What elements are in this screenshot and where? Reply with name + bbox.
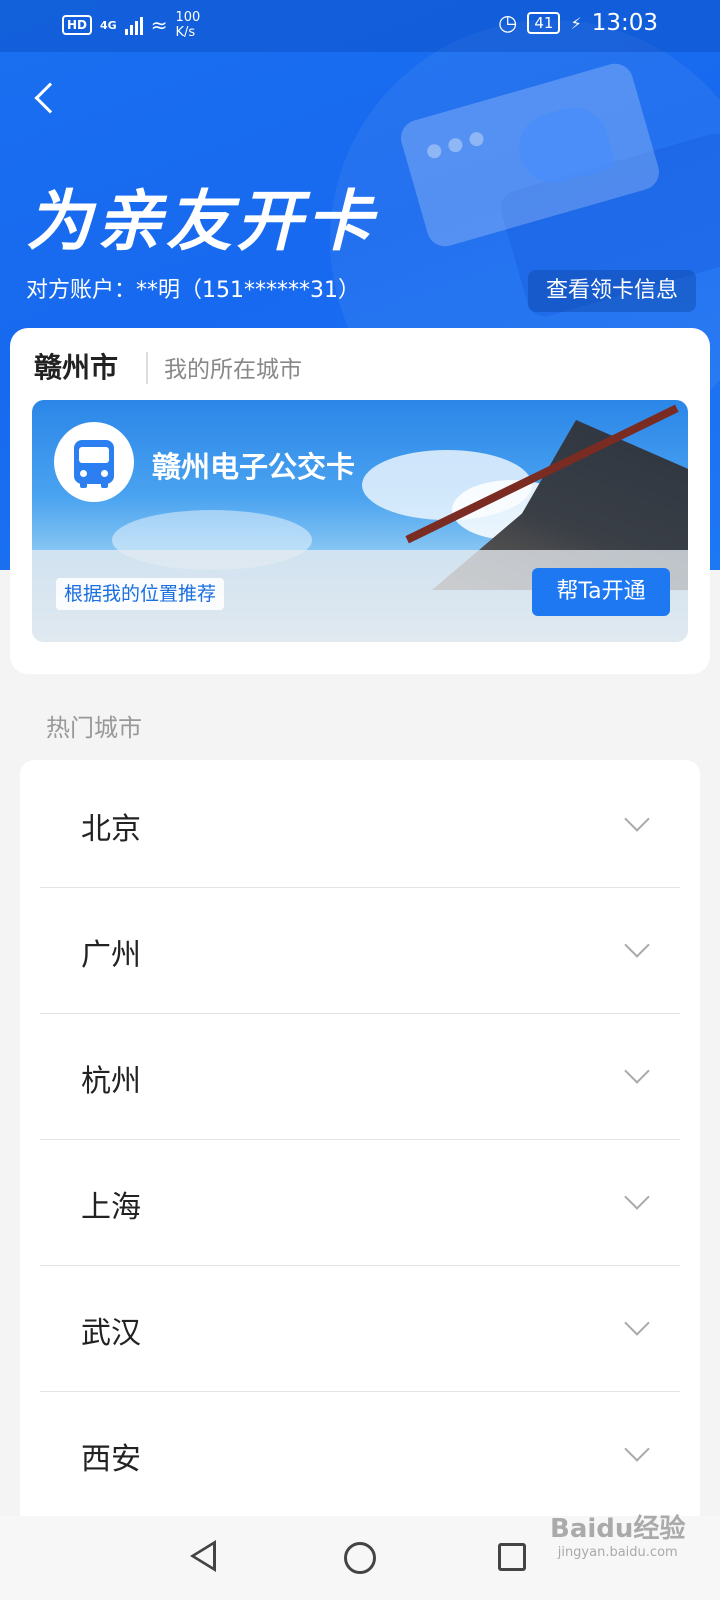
city-name: 北京 bbox=[81, 812, 141, 847]
city-row-wuhan[interactable]: 武汉 bbox=[40, 1264, 680, 1392]
city-row-xian[interactable]: 西安 bbox=[40, 1390, 680, 1518]
city-row-hangzhou[interactable]: 杭州 bbox=[40, 1012, 680, 1140]
page-title: 为亲友开卡 bbox=[26, 183, 376, 260]
network-type: 4G bbox=[100, 18, 117, 32]
speed-value: 100 bbox=[175, 10, 201, 25]
chevron-down-icon bbox=[624, 1310, 650, 1336]
watermark-brand: Baidu经验 bbox=[550, 1514, 686, 1544]
bus-logo bbox=[54, 422, 134, 502]
bus-card-banner[interactable]: 赣州电子公交卡 根据我的位置推荐 帮Ta开通 bbox=[32, 400, 688, 642]
back-button[interactable] bbox=[24, 72, 68, 124]
divider bbox=[146, 352, 148, 384]
alarm-icon: ◷ bbox=[498, 10, 518, 36]
location-card: 赣州市 我的所在城市 赣州电子公交卡 根据我的位置推荐 帮Ta开通 bbox=[10, 328, 710, 674]
chevron-down-icon bbox=[624, 1436, 650, 1462]
account-info: 对方账户：**明（151******31） bbox=[26, 278, 360, 303]
hot-city-list: 北京 广州 杭州 上海 武汉 西安 bbox=[20, 760, 700, 1520]
city-name: 西安 bbox=[81, 1442, 141, 1477]
view-card-info-button[interactable]: 查看领卡信息 bbox=[528, 270, 696, 312]
nav-recents-icon[interactable] bbox=[498, 1543, 526, 1571]
network-speed: 100 K/s bbox=[175, 10, 200, 40]
heart-icon bbox=[510, 99, 617, 192]
nav-back-icon[interactable] bbox=[190, 1540, 216, 1572]
city-name: 武汉 bbox=[81, 1316, 141, 1351]
bus-card-name: 赣州电子公交卡 bbox=[152, 450, 356, 484]
chevron-down-icon bbox=[624, 1184, 650, 1210]
clock: 13:03 bbox=[591, 10, 658, 36]
watermark-url: jingyan.baidu.com bbox=[557, 1545, 678, 1560]
chevron-down-icon bbox=[624, 1058, 650, 1084]
hot-cities-title: 热门城市 bbox=[46, 714, 142, 742]
battery-indicator: 41 bbox=[527, 12, 561, 34]
status-bar: HD 4G ≈ 100 K/s ◷ 41 ⚡ 13:03 bbox=[0, 0, 720, 52]
recommend-tag: 根据我的位置推荐 bbox=[56, 578, 225, 610]
nav-home-icon[interactable] bbox=[344, 1542, 376, 1574]
bus-icon bbox=[74, 440, 114, 488]
wifi-icon: ≈ bbox=[150, 13, 168, 37]
city-name: 上海 bbox=[81, 1190, 141, 1225]
city-name: 杭州 bbox=[81, 1064, 141, 1099]
city-row-shanghai[interactable]: 上海 bbox=[40, 1138, 680, 1266]
chevron-down-icon bbox=[624, 932, 650, 958]
current-city-label: 我的所在城市 bbox=[164, 357, 302, 383]
speed-unit: K/s bbox=[175, 25, 196, 40]
city-row-guangzhou[interactable]: 广州 bbox=[40, 886, 680, 1014]
open-for-them-button[interactable]: 帮Ta开通 bbox=[532, 568, 670, 616]
charging-icon: ⚡ bbox=[570, 13, 582, 33]
hd-icon: HD bbox=[62, 15, 93, 35]
chevron-left-icon bbox=[34, 82, 66, 114]
city-name: 广州 bbox=[81, 938, 141, 973]
signal-icon bbox=[124, 15, 143, 35]
chevron-down-icon bbox=[624, 806, 650, 832]
watermark: Baidu经验 jingyan.baidu.com bbox=[550, 1508, 685, 1560]
current-city: 赣州市 bbox=[34, 351, 119, 384]
city-row-beijing[interactable]: 北京 bbox=[40, 760, 680, 888]
